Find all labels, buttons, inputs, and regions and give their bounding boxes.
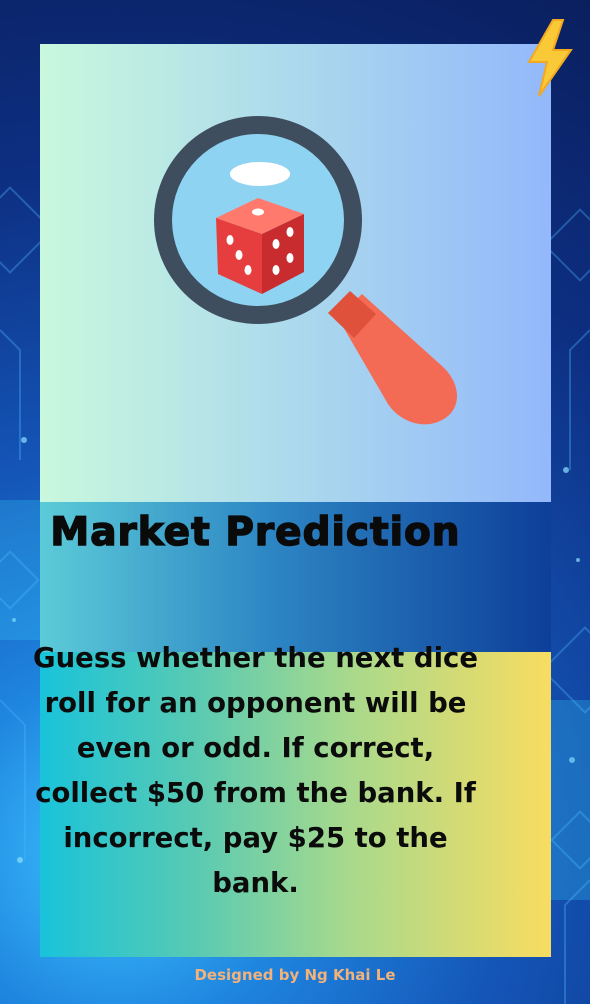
- lightning-bolt-icon: [527, 19, 573, 97]
- designer-credit: Designed by Ng Khai Le: [194, 966, 396, 984]
- card-description: Guess whether the next dice roll for an …: [33, 642, 478, 899]
- lens-glare: [230, 162, 290, 186]
- card-title: Market Prediction: [50, 509, 461, 556]
- magnifying-glass-dice-icon: [154, 116, 457, 425]
- magnifier-handle: [328, 291, 457, 425]
